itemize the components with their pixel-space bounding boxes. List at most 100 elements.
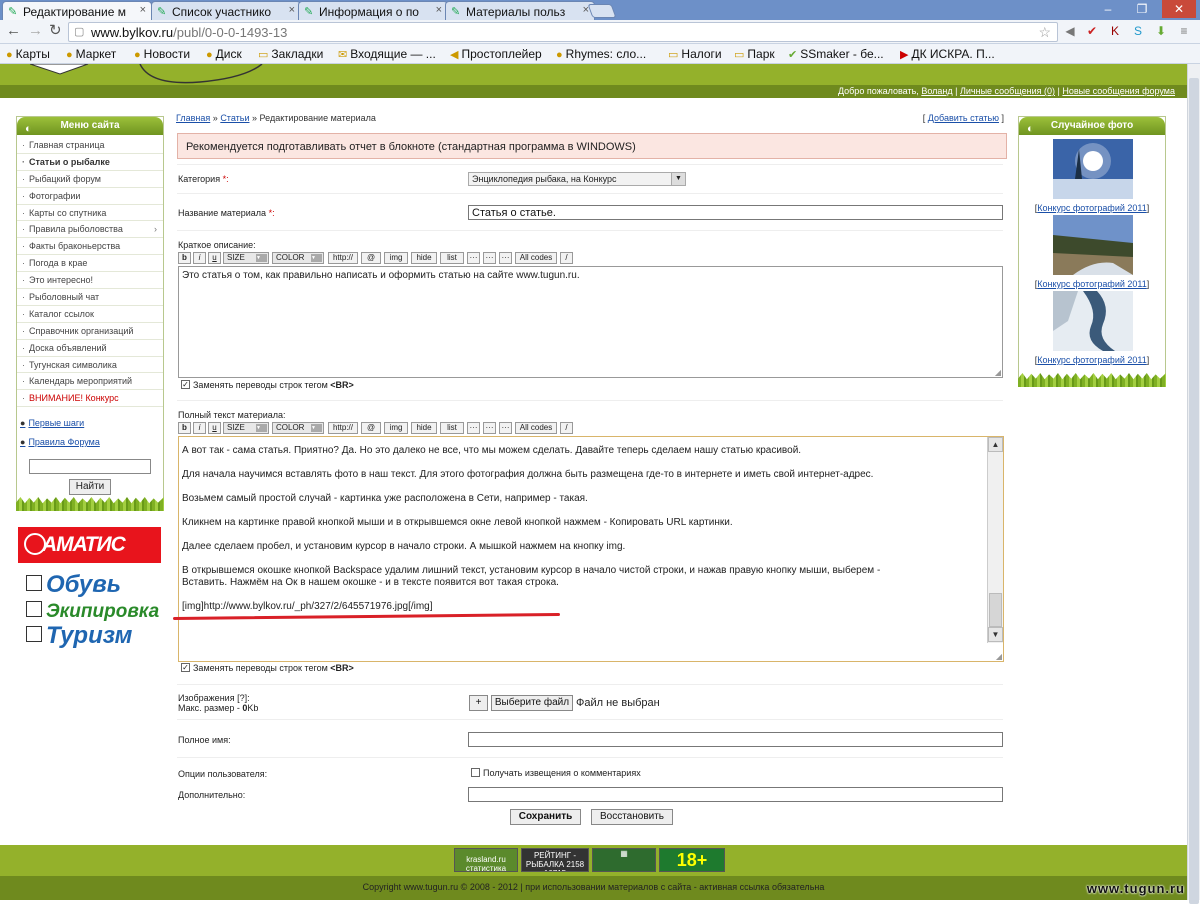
bookmark-folder-taxes[interactable]: ▭ Налоги: [668, 47, 722, 61]
img-button[interactable]: img: [384, 252, 408, 264]
site-search-input[interactable]: [29, 459, 151, 474]
forum-new-messages-link[interactable]: Новые сообщения форума: [1062, 86, 1175, 96]
tab-edit-material[interactable]: ✎ Редактирование м ×: [2, 1, 152, 20]
bookmark-inbox[interactable]: ✉ Входящие — ...: [338, 47, 436, 61]
url-button[interactable]: http://: [328, 422, 358, 434]
email-button[interactable]: @: [361, 422, 381, 434]
scroll-up-icon[interactable]: ▲: [988, 437, 1003, 452]
category-select[interactable]: Энциклопедия рыбака, на Конкурс ▼: [468, 172, 686, 186]
minimize-icon[interactable]: –: [1094, 0, 1122, 18]
photo-snow-stream[interactable]: [1053, 291, 1133, 351]
color-select[interactable]: COLOR: [272, 422, 324, 434]
star-icon[interactable]: ☆: [1038, 24, 1051, 41]
checkbox-checked-icon[interactable]: ✓: [181, 380, 190, 390]
url-input[interactable]: ▢ www.bylkov.ru/publ/0-0-0-1493-13 ☆: [68, 22, 1058, 42]
forum-rules-link[interactable]: ● Правила Форума: [20, 437, 100, 447]
choose-file-button[interactable]: Выберите файл: [491, 695, 573, 711]
menu-item-photos[interactable]: Фотографии: [17, 188, 163, 205]
more-button[interactable]: ···: [499, 252, 512, 264]
menu-item-chat[interactable]: Рыболовный чат: [17, 289, 163, 306]
photo-caption-link[interactable]: Конкурс фотографий 2011: [1037, 355, 1147, 365]
menu-item-calendar[interactable]: Календарь мероприятий: [17, 373, 163, 391]
page-scrollbar[interactable]: [1187, 64, 1200, 904]
url-button[interactable]: http://: [328, 252, 358, 264]
forward-icon[interactable]: →: [28, 23, 43, 39]
bookmark-rhymes[interactable]: ● Rhymes: сло...: [556, 47, 646, 61]
menu-item-poaching[interactable]: Факты браконьерства: [17, 238, 163, 256]
more-button[interactable]: ···: [499, 422, 512, 434]
bold-button[interactable]: b: [178, 252, 191, 264]
menu-item-symbols[interactable]: Тугунская символика: [17, 357, 163, 374]
all-codes-button[interactable]: All codes: [515, 252, 557, 264]
resize-grip-icon[interactable]: ◢: [996, 652, 1002, 661]
color-select[interactable]: COLOR: [272, 252, 324, 264]
bookmark-disk[interactable]: ● Диск: [206, 47, 242, 61]
reload-icon[interactable]: ↻: [49, 23, 62, 39]
amatis-banner[interactable]: АМАТИС: [18, 527, 161, 563]
bookmark-market[interactable]: ● Маркет: [66, 47, 116, 61]
ad-shoes[interactable]: Обувь: [26, 573, 121, 597]
menu-item-fishing-rules[interactable]: Правила рыболовства ›: [17, 221, 163, 239]
bookmark-player[interactable]: ◀ Простоплейер: [450, 47, 542, 61]
menu-item-articles[interactable]: Статьи о рыбалке: [17, 154, 163, 171]
close-icon[interactable]: ×: [289, 4, 295, 16]
menu-item-board[interactable]: Доска объявлений: [17, 340, 163, 357]
close-icon[interactable]: ×: [436, 4, 442, 16]
add-article-link[interactable]: Добавить статью: [928, 113, 999, 123]
bookmark-dk-iskra[interactable]: ▶ ДК ИСКРА. П...: [900, 47, 995, 61]
size-select[interactable]: SIZE: [223, 422, 269, 434]
bookmark-maps[interactable]: ● Карты: [6, 47, 50, 61]
menu-item-contest[interactable]: ВНИМАНИЕ! Конкурс: [17, 390, 163, 408]
save-button[interactable]: Сохранить: [510, 809, 581, 825]
italic-button[interactable]: i: [193, 252, 206, 264]
bold-button[interactable]: b: [178, 422, 191, 434]
new-tab-button[interactable]: [587, 4, 617, 18]
replace-br-checkbox-full[interactable]: ✓ Заменять переводы строк тегом <BR>: [181, 663, 354, 673]
close-window-icon[interactable]: ✕: [1162, 0, 1196, 18]
underline-button[interactable]: u: [208, 252, 221, 264]
size-select[interactable]: SIZE: [223, 252, 269, 264]
title-input[interactable]: Статья о статье.: [468, 205, 1003, 220]
more-button[interactable]: ···: [467, 252, 480, 264]
breadcrumb-home[interactable]: Главная: [176, 113, 210, 123]
resize-grip-icon[interactable]: ◢: [995, 368, 1001, 377]
scrollbar-thumb[interactable]: [1189, 78, 1199, 904]
back-icon[interactable]: ←: [6, 23, 21, 39]
checkbox-unchecked-icon[interactable]: [471, 768, 480, 778]
fishing-rating-counter[interactable]: РЕЙТИНГ - РЫБАЛКА 2158 10715: [521, 848, 589, 872]
add-image-button[interactable]: +: [469, 695, 488, 711]
wrench-icon[interactable]: ≡: [1176, 24, 1192, 38]
restore-button[interactable]: Восстановить: [591, 809, 673, 825]
bookmark-ssmaker[interactable]: ✔ SSmaker - бе...: [788, 47, 884, 61]
more-button[interactable]: ···: [483, 422, 496, 434]
extra-input[interactable]: [468, 787, 1003, 802]
check-icon[interactable]: ✔: [1084, 24, 1100, 38]
maximize-icon[interactable]: ❐: [1128, 0, 1156, 18]
menu-item-satellite-maps[interactable]: Карты со спутника: [17, 205, 163, 222]
replace-br-checkbox-short[interactable]: ✓ Заменять переводы строк тегом <BR>: [181, 380, 354, 390]
menu-item-home[interactable]: Главная страница: [17, 137, 163, 154]
tab-user-materials[interactable]: ✎ Материалы польз ×: [445, 1, 595, 20]
underline-button[interactable]: u: [208, 422, 221, 434]
scroll-down-icon[interactable]: ▼: [988, 627, 1003, 642]
close-icon[interactable]: ×: [140, 4, 146, 16]
full-text-textarea[interactable]: А вот так - сама статья. Приятно? Да. Но…: [178, 436, 1004, 662]
more-button[interactable]: ···: [467, 422, 480, 434]
list-button[interactable]: list: [440, 252, 464, 264]
textarea-scroll-thumb[interactable]: [989, 593, 1002, 627]
menu-item-directory[interactable]: Справочник организаций: [17, 323, 163, 340]
img-button[interactable]: img: [384, 422, 408, 434]
private-messages-link[interactable]: Личные сообщения (0): [960, 86, 1055, 96]
find-button[interactable]: Найти: [69, 479, 111, 495]
skype-icon[interactable]: S: [1130, 24, 1146, 38]
tab-participants[interactable]: ✎ Список участнико ×: [151, 1, 301, 20]
menu-item-interesting[interactable]: Это интересно!: [17, 272, 163, 290]
short-description-textarea[interactable]: Это статья о том, как правильно написать…: [178, 266, 1003, 378]
tab-info[interactable]: ✎ Информация о по ×: [298, 1, 448, 20]
italic-button[interactable]: i: [193, 422, 206, 434]
bookmark-folder-bookmarks[interactable]: ▭ Закладки: [258, 47, 323, 61]
close-tags-button[interactable]: /: [560, 252, 573, 264]
menu-item-forum[interactable]: Рыбацкий форум: [17, 171, 163, 188]
user-link[interactable]: Воланд: [921, 86, 952, 96]
ad-tourism[interactable]: Туризм: [26, 624, 132, 648]
